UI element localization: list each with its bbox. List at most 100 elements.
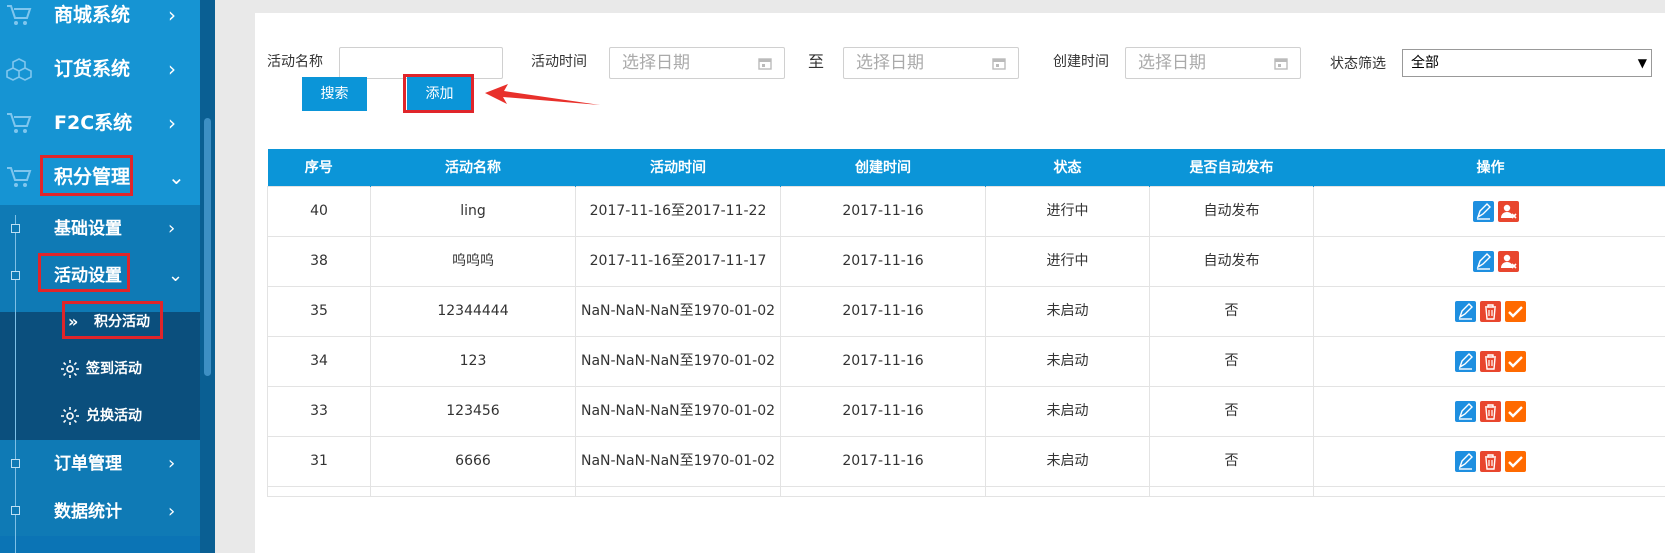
table-row: 34 123 NaN-NaN-NaN至1970-01-02 2017-11-16 未启动… bbox=[267, 335, 1665, 387]
menu-label: F2C系统 bbox=[54, 112, 133, 134]
edit-icon[interactable] bbox=[1455, 450, 1476, 472]
chevron-right-icon: › bbox=[168, 453, 176, 474]
auto-publish: 否 bbox=[1149, 385, 1314, 437]
table-row: 38 呜呜呜 2017-11-16至2017-11-17 2017-11-16 进行中自… bbox=[267, 235, 1665, 287]
empty-cell bbox=[985, 485, 1150, 497]
column-header: 序号 bbox=[267, 149, 371, 186]
end-date-input[interactable]: 选择日期 bbox=[843, 47, 1019, 79]
dropdown-arrow-icon: ▼ bbox=[1637, 56, 1647, 70]
tree-line bbox=[15, 215, 16, 553]
tree-node bbox=[11, 506, 20, 515]
auto-publish: 否 bbox=[1149, 335, 1314, 387]
created-date-input[interactable]: 选择日期 bbox=[1125, 47, 1301, 79]
empty-cell bbox=[575, 485, 781, 497]
menu-label: 订货系统 bbox=[54, 58, 131, 80]
table-row: 33 123456 NaN-NaN-NaN至1970-01-02 2017-11-16… bbox=[267, 385, 1665, 437]
calendar-icon bbox=[758, 58, 772, 70]
status-select[interactable]: 全部 ▼ bbox=[1402, 49, 1652, 77]
created-time-label: 创建时间 bbox=[1053, 54, 1109, 70]
menu-item-signin-activity[interactable]: 签到活动 bbox=[0, 345, 200, 393]
edit-icon[interactable] bbox=[1472, 250, 1494, 272]
to-label: 至 bbox=[808, 52, 825, 71]
activity-name: 123456 bbox=[370, 385, 576, 437]
activity-time-label: 活动时间 bbox=[531, 54, 587, 70]
status-text: 进行中 bbox=[985, 185, 1150, 237]
check-icon[interactable] bbox=[1505, 450, 1526, 472]
table-row: 40 ling 2017-11-16至2017-11-22 2017-11-16 进行中… bbox=[267, 185, 1665, 237]
empty-cell bbox=[780, 485, 986, 497]
trash-icon[interactable] bbox=[1480, 450, 1501, 472]
chevron-right-icon: › bbox=[168, 57, 176, 81]
remove-user-icon[interactable] bbox=[1497, 200, 1519, 222]
activity-name: 12344444 bbox=[370, 285, 576, 337]
edit-icon[interactable] bbox=[1472, 200, 1494, 222]
menu-item-basic-settings[interactable]: 基础设置 › bbox=[0, 205, 200, 253]
chevron-down-icon: ⌄ bbox=[168, 165, 185, 189]
activity-name: 6666 bbox=[370, 435, 576, 487]
highlight-box bbox=[40, 155, 133, 196]
highlight-box bbox=[403, 74, 474, 113]
operations-cell bbox=[1313, 335, 1665, 387]
chevron-right-icon: › bbox=[168, 3, 176, 27]
check-icon[interactable] bbox=[1505, 350, 1526, 372]
chevron-right-icon: › bbox=[168, 111, 176, 135]
trash-icon[interactable] bbox=[1480, 350, 1501, 372]
gear-icon bbox=[61, 360, 79, 378]
activity-name-label: 活动名称 bbox=[267, 54, 323, 70]
table-header-row: 序号 活动名称 活动时间 创建时间 状态 是否自动发布 操作 bbox=[267, 149, 1665, 186]
row-id: 35 bbox=[267, 285, 371, 337]
auto-publish: 否 bbox=[1149, 435, 1314, 487]
menu-item-mall[interactable]: 商城系统 › bbox=[0, 0, 200, 44]
calendar-icon bbox=[992, 58, 1006, 70]
chevron-down-icon: ⌄ bbox=[168, 265, 184, 286]
status-text: 未启动 bbox=[985, 385, 1150, 437]
trash-icon[interactable] bbox=[1480, 300, 1501, 322]
menu-item-statistics[interactable]: 数据统计 › bbox=[0, 488, 200, 536]
edit-icon[interactable] bbox=[1455, 350, 1476, 372]
activity-time: NaN-NaN-NaN至1970-01-02 bbox=[575, 335, 781, 387]
activity-time: NaN-NaN-NaN至1970-01-02 bbox=[575, 285, 781, 337]
menu-label: 签到活动 bbox=[86, 361, 142, 377]
menu-label: 订单管理 bbox=[54, 454, 122, 474]
menu-item-f2c[interactable]: F2C系统 › bbox=[0, 95, 200, 152]
column-header: 操作 bbox=[1313, 149, 1665, 186]
status-text: 未启动 bbox=[985, 435, 1150, 487]
row-id: 31 bbox=[267, 435, 371, 487]
chevron-right-icon: › bbox=[168, 218, 176, 239]
annotation-arrow-icon bbox=[485, 84, 600, 105]
activity-time: 2017-11-16至2017-11-17 bbox=[575, 235, 781, 287]
menu-item-ordering[interactable]: 订货系统 › bbox=[0, 41, 200, 98]
activity-name: ling bbox=[370, 185, 576, 237]
start-date-input[interactable]: 选择日期 bbox=[609, 47, 785, 79]
check-icon[interactable] bbox=[1505, 400, 1526, 422]
search-button[interactable]: 搜索 bbox=[302, 77, 367, 111]
created-time: 2017-11-16 bbox=[780, 335, 986, 387]
tree-node bbox=[11, 224, 20, 233]
edit-icon[interactable] bbox=[1455, 300, 1476, 322]
remove-user-icon[interactable] bbox=[1497, 250, 1519, 272]
chevron-right-icon: › bbox=[168, 501, 176, 522]
created-time: 2017-11-16 bbox=[780, 285, 986, 337]
trash-icon[interactable] bbox=[1480, 400, 1501, 422]
check-icon[interactable] bbox=[1505, 300, 1526, 322]
cart-icon bbox=[7, 167, 32, 187]
sidebar: 商城系统 › 订货系统 › F2C系统 › 积分管理 ⌄ 基础设置 › 活动设置… bbox=[0, 0, 215, 553]
operations-cell bbox=[1313, 435, 1665, 487]
activity-name: 呜呜呜 bbox=[370, 235, 576, 287]
auto-publish: 自动发布 bbox=[1149, 235, 1314, 287]
edit-icon[interactable] bbox=[1455, 400, 1476, 422]
menu-item-exchange-activity[interactable]: 兑换活动 bbox=[0, 392, 200, 440]
status-select-value: 全部 bbox=[1411, 55, 1439, 71]
status-text: 未启动 bbox=[985, 285, 1150, 337]
date-placeholder: 选择日期 bbox=[622, 53, 690, 73]
created-time: 2017-11-16 bbox=[780, 435, 986, 487]
empty-cell bbox=[370, 485, 576, 497]
table-row bbox=[267, 485, 1665, 497]
sidebar-scrollbar-thumb[interactable] bbox=[204, 118, 211, 376]
activity-time: 2017-11-16至2017-11-22 bbox=[575, 185, 781, 237]
row-id: 34 bbox=[267, 335, 371, 387]
column-header: 活动时间 bbox=[575, 149, 781, 186]
menu-item-order-management[interactable]: 订单管理 › bbox=[0, 440, 200, 488]
table-row: 31 6666 NaN-NaN-NaN至1970-01-02 2017-11-16 未启… bbox=[267, 435, 1665, 487]
status-filter-label: 状态筛选 bbox=[1330, 56, 1386, 72]
